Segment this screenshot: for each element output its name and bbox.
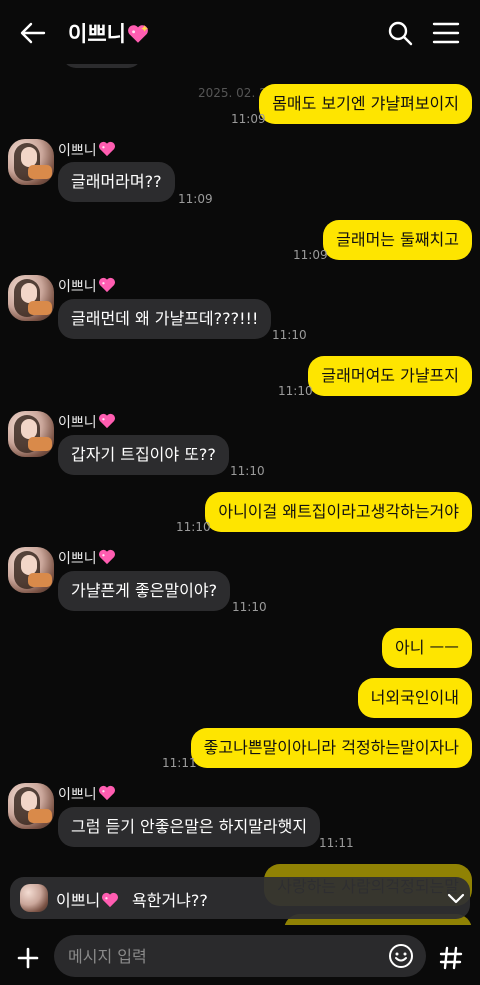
my-message-bubble[interactable]: 글래머는 둘째치고 bbox=[323, 220, 472, 260]
my-message-bubble[interactable]: 아니 ㅡㅡ bbox=[382, 628, 472, 668]
chat-title[interactable]: 이쁘니 bbox=[68, 18, 149, 48]
sparkling-heart-icon bbox=[98, 549, 115, 565]
my-message-bubble[interactable]: 너외국인이내 bbox=[357, 678, 472, 718]
sparkling-heart-icon bbox=[102, 892, 119, 908]
contact-avatar[interactable] bbox=[8, 275, 54, 321]
hashtag-icon[interactable] bbox=[434, 941, 468, 975]
message-input[interactable] bbox=[68, 935, 368, 977]
search-icon[interactable] bbox=[386, 19, 414, 47]
message-time: 11:10 bbox=[272, 328, 307, 342]
preview-contact-name: 이쁘니 bbox=[56, 887, 119, 911]
message-time: 11:09 bbox=[293, 248, 328, 262]
contact-name: 이쁘니 bbox=[58, 548, 116, 568]
contact-avatar[interactable] bbox=[8, 783, 54, 829]
contact-name: 이쁘니 bbox=[58, 784, 116, 804]
composer-bar bbox=[0, 925, 480, 985]
my-message-bubble[interactable]: 좋고나쁜말이아니라 걱정하는말이자나 bbox=[190, 728, 472, 768]
back-arrow-icon[interactable] bbox=[18, 18, 48, 48]
sparkling-heart-icon bbox=[128, 25, 148, 43]
plus-icon[interactable] bbox=[11, 941, 45, 975]
message-time: 11:10 bbox=[232, 600, 267, 614]
my-message-bubble[interactable]: 아니이걸 왜트집이라고생각하는거야 bbox=[205, 492, 472, 532]
my-message-bubble[interactable]: 글래머여도 가냘프지 bbox=[308, 356, 472, 396]
chevron-down-icon[interactable] bbox=[446, 889, 466, 907]
contact-name: 이쁘니 bbox=[58, 140, 116, 160]
contact-name: 이쁘니 bbox=[58, 412, 116, 432]
preview-message-text: 욕한거냐?? bbox=[132, 891, 208, 910]
message-time: 11:10 bbox=[176, 520, 211, 534]
chat-header: 이쁘니 bbox=[0, 0, 480, 64]
latest-message-preview[interactable]: 이쁘니 욕한거냐?? bbox=[10, 877, 470, 919]
their-message-bubble[interactable]: 글래머라며?? bbox=[58, 162, 175, 202]
contact-avatar[interactable] bbox=[8, 411, 54, 457]
my-message-bubble[interactable]: 몸매도 보기엔 갸냘펴보이지 bbox=[259, 84, 472, 124]
message-input-container bbox=[54, 935, 426, 977]
sparkling-heart-icon bbox=[98, 141, 115, 157]
message-time: 11:10 bbox=[278, 384, 313, 398]
hamburger-menu-icon[interactable] bbox=[432, 20, 460, 46]
sparkling-heart-icon bbox=[98, 413, 115, 429]
message-time: 11:10 bbox=[230, 464, 265, 478]
sparkling-heart-icon bbox=[98, 277, 115, 293]
emoji-icon[interactable] bbox=[388, 943, 414, 969]
their-message-bubble[interactable]: 글래먼데 왜 가냘프데???!!! bbox=[58, 299, 272, 339]
their-message-bubble[interactable]: 그럼 듣기 안좋은말은 하지말라햇지 bbox=[58, 807, 321, 847]
contact-name: 이쁘니 bbox=[58, 276, 116, 296]
contact-avatar[interactable] bbox=[8, 547, 54, 593]
message-time: 11:09 bbox=[231, 112, 266, 126]
message-time: 11:11 bbox=[162, 756, 197, 770]
contact-avatar bbox=[20, 884, 48, 912]
their-message-bubble[interactable]: 갑자기 트집이야 또?? bbox=[58, 435, 229, 475]
chat-area: 2025. 02. 27 몸매도 보기엔 갸냘펴보이지 11:09 이쁘니 글래… bbox=[0, 0, 480, 985]
contact-avatar[interactable] bbox=[8, 139, 54, 185]
sparkling-heart-icon bbox=[98, 785, 115, 801]
message-time: 11:11 bbox=[319, 836, 354, 850]
their-message-bubble[interactable]: 가냘픈게 좋은말이야? bbox=[58, 571, 231, 611]
message-time: 11:09 bbox=[178, 192, 213, 206]
